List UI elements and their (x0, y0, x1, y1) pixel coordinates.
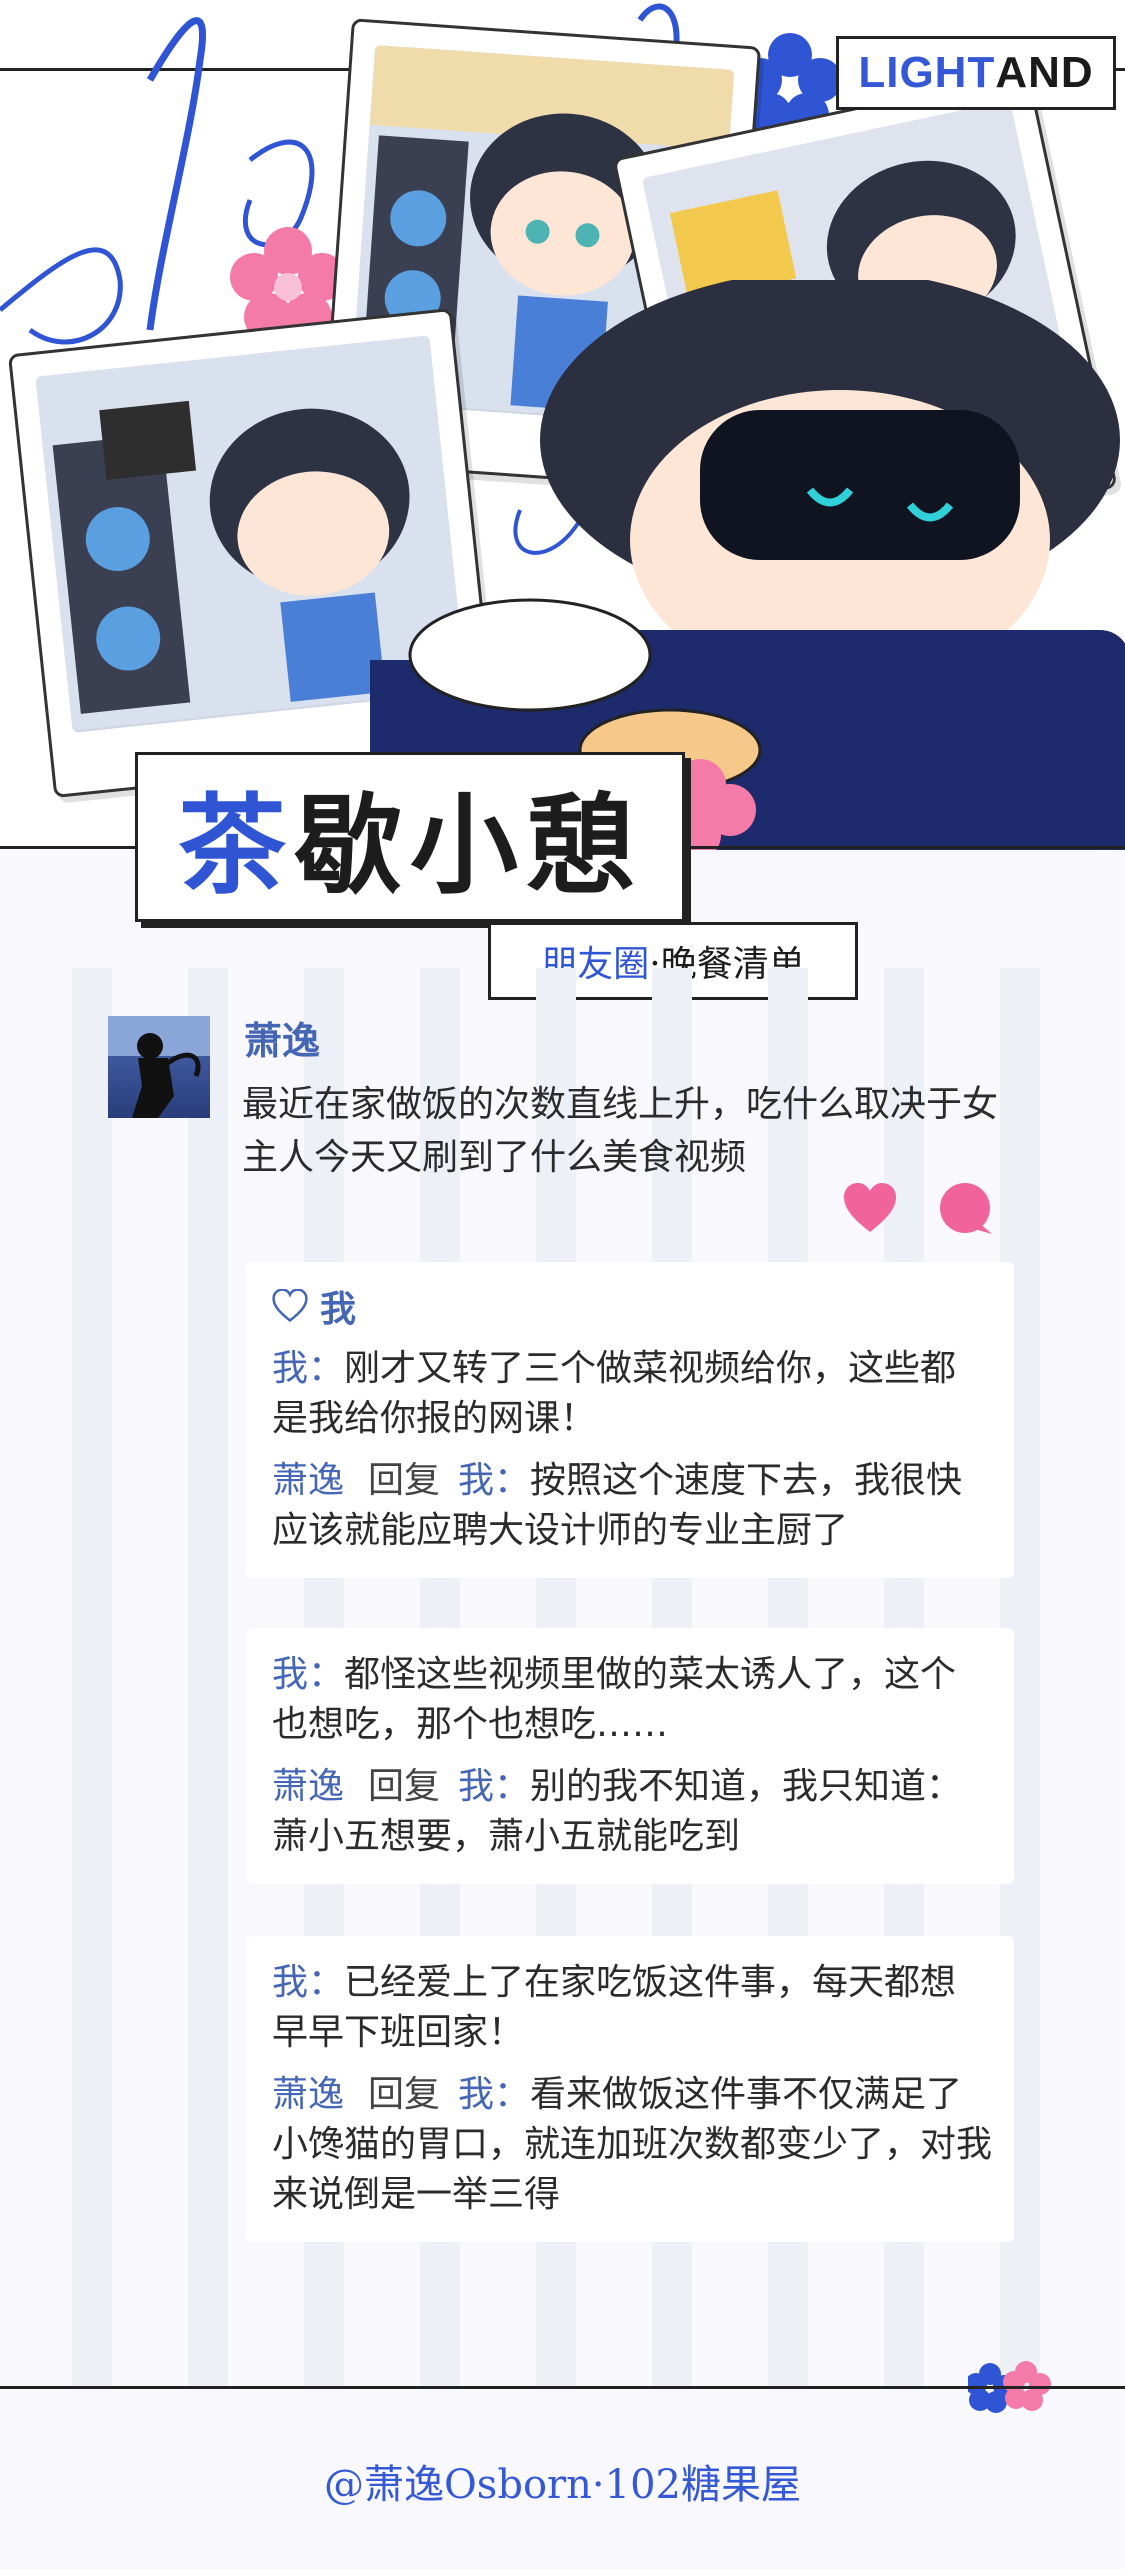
post-text: 最近在家做饭的次数直线上升，吃什么取决于女主人今天又刷到了什么美食视频 (242, 1084, 999, 1178)
reply-author[interactable]: 萧逸 (272, 1460, 344, 1501)
heart-outline-icon (272, 1289, 308, 1323)
reply-target[interactable]: 我： (458, 1460, 530, 1501)
avatar[interactable] (108, 1016, 210, 1118)
reply-verb: 回复 (368, 2074, 441, 2115)
page-title: 茶歇小憩 (135, 752, 685, 922)
reply[interactable]: 萧逸 回复 我：按照这个速度下去，我很快应该就能应聘大设计师的专业主厨了 (272, 1456, 992, 1556)
title-char-3: 小 (410, 784, 527, 909)
comment-text: 都怪这些视频里做的菜太诱人了，这个也想吃，那个也想吃…… (272, 1654, 957, 1745)
reply[interactable]: 萧逸 回复 我：看来做饭这件事不仅满足了小馋猫的胃口，就连加班次数都变少了，对我来说… (272, 2070, 992, 2220)
reply-author[interactable]: 萧逸 (272, 1766, 344, 1807)
footer-rule (0, 2386, 1125, 2389)
footer-credit[interactable]: @萧逸Osborn·102糖果屋 (0, 2452, 1125, 2510)
post-author[interactable]: 萧逸 (244, 1010, 320, 1065)
comment-card-2: 我：都怪这些视频里做的菜太诱人了，这个也想吃，那个也想吃…… 萧逸 回复 我：别的我… (246, 1628, 1014, 1884)
likes-row: 我 (272, 1280, 992, 1332)
bg-stripe (72, 968, 112, 2386)
comment-card-3: 我：已经爱上了在家吃饭这件事，每天都想早早下班回家！ 萧逸 回复 我：看来做饭这件事… (246, 1936, 1014, 2242)
heart-icon[interactable] (842, 1182, 898, 1236)
comment[interactable]: 我：刚才又转了三个做菜视频给你，这些都是我给你报的网课！ (272, 1344, 992, 1444)
reply-verb: 回复 (368, 1766, 441, 1807)
comment[interactable]: 我：都怪这些视频里做的菜太诱人了，这个也想吃，那个也想吃…… (272, 1650, 992, 1750)
reply-target[interactable]: 我： (458, 2074, 530, 2115)
comment[interactable]: 我：已经爱上了在家吃饭这件事，每天都想早早下班回家！ (272, 1958, 992, 2058)
reply-verb: 回复 (368, 1460, 441, 1501)
comment-text: 刚才又转了三个做菜视频给你，这些都是我给你报的网课！ (272, 1348, 957, 1439)
brand-text-light: LIGHT (858, 48, 996, 97)
comment-author[interactable]: 我： (272, 1654, 344, 1695)
reply-target[interactable]: 我： (458, 1766, 530, 1807)
bg-stripe (188, 968, 228, 2386)
brand-text-and: AND (995, 48, 1094, 97)
comment-author[interactable]: 我： (272, 1962, 344, 2003)
reply-author[interactable]: 萧逸 (272, 2074, 344, 2115)
brand-logo: LIGHT AND (836, 36, 1116, 110)
title-char-2: 歇 (293, 784, 410, 909)
comment-text: 已经爱上了在家吃饭这件事，每天都想早早下班回家！ (272, 1962, 957, 2053)
comment-card-1: 我 我：刚才又转了三个做菜视频给你，这些都是我给你报的网课！ 萧逸 回复 我：按照这… (246, 1262, 1014, 1578)
hero-illustration: LIGHT AND (0, 0, 1125, 850)
comment-author[interactable]: 我： (272, 1348, 344, 1389)
like-user-name[interactable]: 我 (320, 1280, 356, 1332)
reply[interactable]: 萧逸 回复 我：别的我不知道，我只知道：萧小五想要，萧小五就能吃到 (272, 1762, 992, 1862)
comment-bubble-icon[interactable] (938, 1182, 994, 1236)
title-char-1: 茶 (177, 784, 294, 909)
title-char-4: 憩 (526, 784, 643, 909)
avatar-silhouette-icon (108, 1016, 210, 1118)
